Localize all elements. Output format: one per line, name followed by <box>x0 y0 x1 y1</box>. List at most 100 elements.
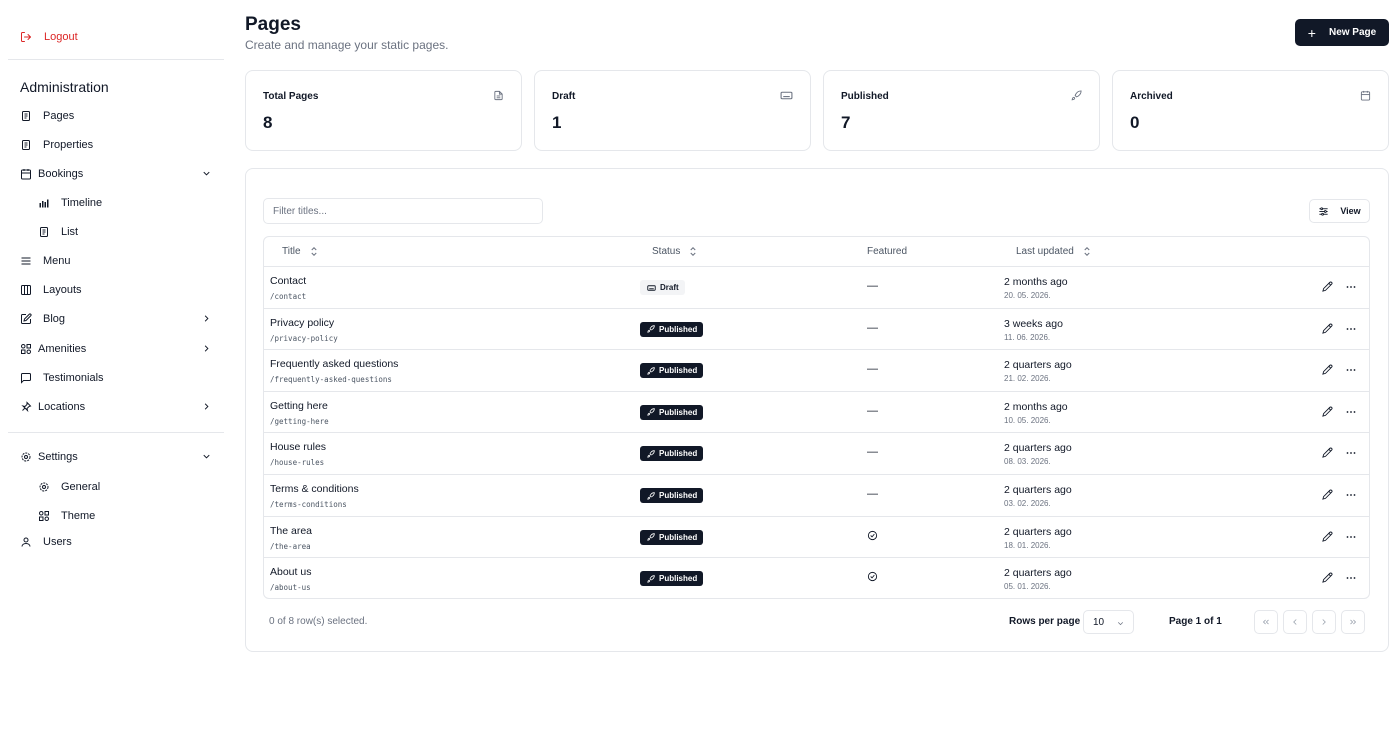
gear-icon <box>20 451 32 463</box>
sidebar-item-pages[interactable]: Pages <box>20 107 216 125</box>
table-row[interactable]: Contact /contact Draft — 2 months ago 20… <box>264 267 1369 309</box>
page-info: Page 1 of 1 <box>1169 616 1222 627</box>
row-updated-relative: 2 quarters ago <box>1004 359 1072 372</box>
rows-per-page-select[interactable]: 10 <box>1083 610 1134 634</box>
new-page-button[interactable]: + New Page <box>1295 19 1389 46</box>
row-actions-button[interactable] <box>1345 406 1357 421</box>
row-actions-button[interactable] <box>1345 489 1357 504</box>
column-header-title[interactable]: Title <box>282 246 318 257</box>
keyboard-icon <box>647 284 656 291</box>
status-label: Published <box>659 491 698 500</box>
table-row[interactable]: Frequently asked questions /frequently-a… <box>264 350 1369 392</box>
featured-check-icon <box>867 571 878 585</box>
row-slug: /the-area <box>270 541 311 551</box>
row-actions-button[interactable] <box>1345 531 1357 546</box>
sidebar-item-testimonials[interactable]: Testimonials <box>20 369 216 387</box>
edit-row-button[interactable] <box>1322 572 1333 586</box>
row-actions-button[interactable] <box>1345 572 1357 587</box>
row-updated-date: 08. 03. 2026. <box>1004 457 1051 467</box>
row-updated-relative: 2 months ago <box>1004 276 1068 288</box>
sidebar-item-amenities[interactable]: Amenities <box>20 340 216 358</box>
status-badge: Published <box>640 488 704 503</box>
status-label: Published <box>659 574 698 584</box>
column-header-status[interactable]: Status <box>652 246 697 257</box>
row-updated-date: 20. 05. 2026. <box>1004 291 1051 300</box>
row-actions-button[interactable] <box>1345 281 1357 296</box>
row-actions-button[interactable] <box>1345 364 1357 379</box>
edit-row-button[interactable] <box>1322 364 1333 378</box>
chevrons-left-icon <box>1262 619 1269 625</box>
sidebar-item-label: Blog <box>43 313 66 325</box>
edit-row-button[interactable] <box>1322 489 1333 503</box>
first-page-button[interactable] <box>1254 610 1278 634</box>
status-badge: Published <box>640 529 704 545</box>
sidebar-item-label: Users <box>43 536 72 548</box>
table-row[interactable]: Privacy policy /privacy-policy Published… <box>264 309 1369 351</box>
row-actions-button[interactable] <box>1345 447 1357 462</box>
sidebar-item-properties[interactable]: Properties <box>20 136 216 154</box>
pencil-icon <box>1322 406 1333 417</box>
column-header-label: Featured <box>867 246 908 257</box>
stat-card-total: Total Pages 8 <box>245 70 522 151</box>
sidebar-item-users[interactable]: Users <box>20 533 216 551</box>
table-row[interactable]: Terms & conditions /terms-conditions Pub… <box>264 475 1369 517</box>
row-updated-date: 11. 06. 2026. <box>1004 332 1051 342</box>
more-horizontal-icon <box>1346 327 1356 330</box>
sidebar-item-general[interactable]: General <box>38 478 188 496</box>
sidebar-item-locations[interactable]: Locations <box>20 398 216 416</box>
edit-row-button[interactable] <box>1322 531 1333 545</box>
row-slug: /privacy-policy <box>270 333 338 343</box>
table-row[interactable]: House rules /house-rules Published — 2 q… <box>264 433 1369 475</box>
sidebar-item-list[interactable]: List <box>38 223 188 241</box>
edit-row-button[interactable] <box>1322 447 1333 461</box>
filter-titles-input[interactable] <box>263 198 543 224</box>
rocket-icon <box>647 533 655 541</box>
edit-row-button[interactable] <box>1322 281 1333 295</box>
page-title: Pages <box>245 14 301 35</box>
table-row[interactable]: About us /about-us Published 2 quarters … <box>264 558 1369 600</box>
edit-row-button[interactable] <box>1322 323 1333 337</box>
row-title: Privacy policy <box>270 316 335 329</box>
rocket-icon <box>647 450 655 458</box>
view-label: View <box>1340 206 1361 216</box>
row-actions-button[interactable] <box>1345 323 1357 338</box>
logout-button[interactable]: Logout <box>20 31 78 43</box>
view-options-button[interactable]: View <box>1309 199 1370 223</box>
pin-icon <box>20 401 32 413</box>
sidebar-item-theme[interactable]: Theme <box>38 507 188 525</box>
table-row[interactable]: Getting here /getting-here Published — 2… <box>264 392 1369 434</box>
sidebar-item-label: List <box>61 226 79 238</box>
sliders-icon <box>1319 206 1328 216</box>
sidebar-divider <box>8 432 224 433</box>
sidebar-item-label: Properties <box>43 139 94 151</box>
sidebar-section-title: Administration <box>20 79 109 95</box>
chevron-down-icon <box>203 454 210 459</box>
sidebar-item-blog[interactable]: Blog <box>20 310 216 328</box>
column-header-featured: Featured <box>867 246 907 257</box>
stat-card-draft: Draft 1 <box>534 70 811 151</box>
sort-icon <box>310 247 317 256</box>
chevron-down-icon <box>1117 622 1124 626</box>
shapes-icon <box>38 510 50 522</box>
previous-page-button[interactable] <box>1283 610 1307 634</box>
status-badge: Published <box>640 404 704 420</box>
sidebar-item-layouts[interactable]: Layouts <box>20 281 216 299</box>
pencil-icon <box>1322 572 1333 583</box>
more-horizontal-icon <box>1346 494 1356 496</box>
bar-chart-icon <box>38 197 50 209</box>
row-updated-date: 10. 05. 2026. <box>1004 415 1051 425</box>
table-row[interactable]: The area /the-area Published 2 quarters … <box>264 517 1369 559</box>
sidebar-item-menu[interactable]: Menu <box>20 252 216 270</box>
sidebar-item-timeline[interactable]: Timeline <box>38 194 188 212</box>
last-page-button[interactable] <box>1341 610 1365 634</box>
sidebar-item-label: Bookings <box>38 168 84 180</box>
more-horizontal-icon <box>1346 535 1356 538</box>
row-updated-date: 05. 01. 2026. <box>1004 582 1051 592</box>
edit-row-button[interactable] <box>1322 406 1333 420</box>
next-page-button[interactable] <box>1312 610 1336 634</box>
column-header-updated[interactable]: Last updated <box>1016 246 1091 257</box>
chevron-left-icon <box>1293 619 1297 625</box>
sidebar-item-bookings[interactable]: Bookings <box>20 165 216 183</box>
sidebar-item-settings[interactable]: Settings <box>20 448 216 466</box>
row-slug: /about-us <box>270 583 311 593</box>
